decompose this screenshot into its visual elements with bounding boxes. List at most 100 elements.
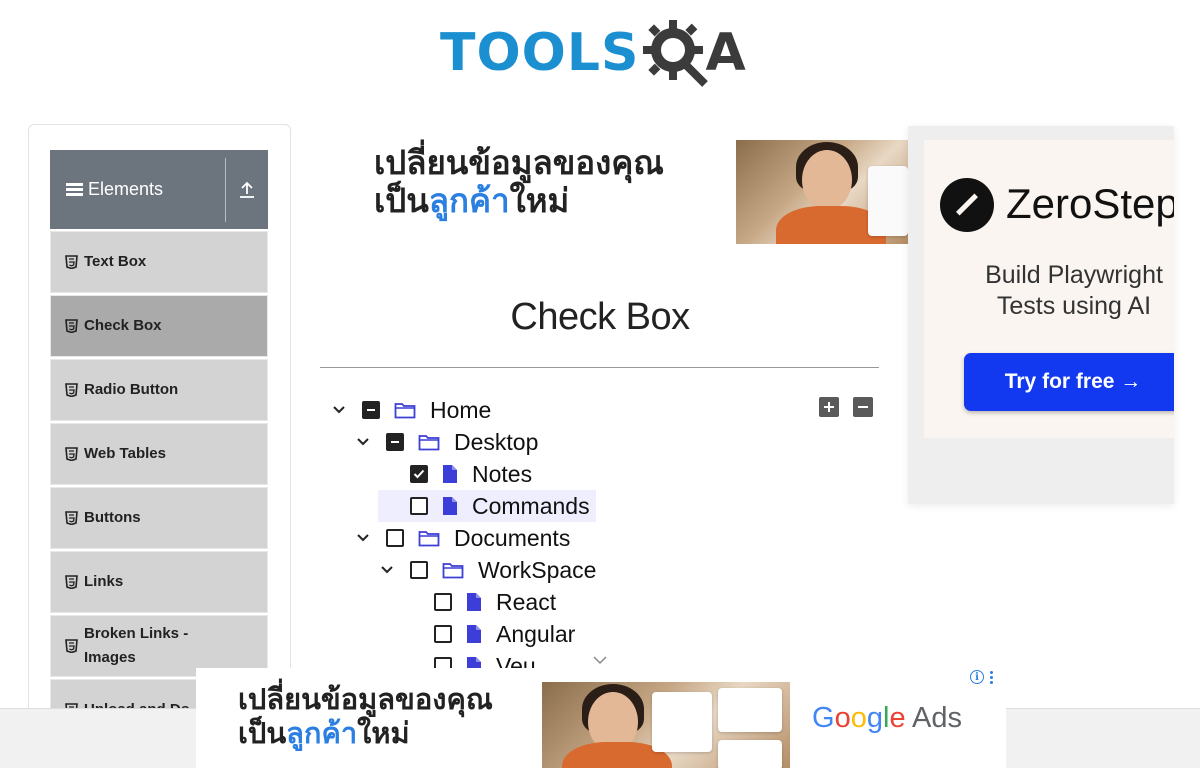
logo-text-tools: TOOLS	[440, 23, 640, 83]
zerostep-ad[interactable]: ZeroStep Build Playwright Tests using AI…	[908, 126, 1174, 504]
sidebar-item-text-box[interactable]: Text Box	[50, 231, 268, 293]
sidebar-item-radio-button[interactable]: Radio Button	[50, 359, 268, 421]
tree-node[interactable]: Notes	[378, 458, 532, 490]
chart-card-icon	[868, 166, 908, 236]
google-ads-logo: Google Ads	[812, 702, 963, 734]
ad-headline-line2: เป็นลูกค้าใหม่	[374, 181, 570, 220]
html5-icon	[65, 319, 78, 333]
sidebar-item-label: Buttons	[84, 509, 141, 526]
group-title-label: Elements	[88, 179, 164, 199]
html5-icon	[65, 511, 78, 525]
tree-node-label[interactable]: Angular	[496, 621, 575, 648]
html5-icon	[65, 639, 78, 653]
ad-headline-line1: เปลี่ยนข้อมูลของคุณ	[238, 682, 493, 716]
zerostep-name: ZeroStep	[1006, 180, 1174, 227]
plus-square-icon	[824, 402, 834, 412]
tree-node-label[interactable]: Documents	[454, 525, 570, 552]
chevron-down-icon[interactable]	[354, 433, 372, 451]
folder-icon	[442, 561, 464, 579]
checkbox-half-icon[interactable]	[386, 433, 404, 451]
html5-icon	[65, 383, 78, 397]
elements-menu: Text Box Check Box Radio Button Web Tabl…	[50, 231, 268, 743]
ad-headline: เปลี่ยนข้อมูลของคุณ เป็นลูกค้าใหม่	[238, 682, 493, 750]
checkbox-half-icon[interactable]	[362, 401, 380, 419]
ad-photo	[542, 682, 790, 768]
tree-node[interactable]: Angular	[402, 618, 575, 650]
elements-group-header[interactable]: Elements	[50, 150, 268, 229]
sidebar-item-label: Text Box	[84, 253, 147, 270]
sidebar-item-buttons[interactable]: Buttons	[50, 487, 268, 549]
file-icon	[466, 624, 482, 644]
ad-headline-line2: เป็นลูกค้าใหม่	[238, 716, 410, 750]
group-title[interactable]: Elements	[50, 150, 225, 229]
html5-icon	[65, 447, 78, 461]
try-for-free-button[interactable]: Try for free →	[964, 353, 1174, 411]
html5-icon	[65, 575, 78, 589]
sidebar-item-label: Web Tables	[84, 445, 166, 462]
chevron-down-icon[interactable]	[354, 529, 372, 547]
sidebar-item-label: Check Box	[84, 317, 162, 334]
collapse-all-button[interactable]	[853, 397, 873, 417]
collapse-group-button[interactable]	[226, 150, 268, 229]
checkbox-unchecked-icon[interactable]	[410, 561, 428, 579]
chevron-down-icon[interactable]	[378, 561, 396, 579]
checkbox-checked-icon[interactable]	[410, 465, 428, 483]
sidebar-item-check-box[interactable]: Check Box	[50, 295, 268, 357]
ad-photo	[736, 140, 910, 244]
tree-node-label[interactable]: Desktop	[454, 429, 538, 456]
toolsqa-logo[interactable]: TOOLS A	[440, 14, 770, 92]
minus-square-icon	[858, 406, 868, 408]
folder-icon	[394, 401, 416, 419]
sidebar-item-label: Links	[84, 573, 124, 590]
zerostep-ad-panel: ZeroStep Build Playwright Tests using AI…	[924, 140, 1174, 438]
sidebar-item-links[interactable]: Links	[50, 551, 268, 613]
checkbox-unchecked-icon[interactable]	[410, 497, 428, 515]
sidebar-item-label: Broken Links - Images	[84, 625, 189, 666]
folder-icon	[418, 433, 440, 451]
tree-controls	[819, 397, 873, 417]
checkbox-unchecked-icon[interactable]	[434, 625, 452, 643]
tree-node-label[interactable]: Commands	[472, 493, 590, 520]
bar-chart-icon	[718, 688, 782, 732]
zerostep-tagline: Build Playwright Tests using AI	[985, 261, 1163, 320]
folder-icon	[418, 529, 440, 547]
tree-node-label[interactable]: WorkSpace	[478, 557, 596, 584]
page-title: Check Box	[510, 296, 690, 338]
tree-node-label[interactable]: Home	[430, 397, 491, 424]
tree-node[interactable]: Documents	[354, 522, 570, 554]
kebab-menu-icon[interactable]	[990, 670, 993, 684]
tree-node[interactable]: Home	[330, 394, 491, 426]
upload-arrow-icon	[240, 181, 254, 198]
tree-node[interactable]: Desktop	[354, 426, 538, 458]
expand-all-button[interactable]	[819, 397, 839, 417]
tree-node-label[interactable]: React	[496, 589, 556, 616]
file-icon	[442, 496, 458, 516]
tree-node[interactable]: WorkSpace	[378, 554, 596, 586]
tree-node[interactable]: Commands	[378, 490, 596, 522]
bottom-banner-ad[interactable]: เปลี่ยนข้อมูลของคุณ เป็นลูกค้าใหม่ Googl…	[196, 668, 1006, 768]
chevron-down-icon[interactable]	[330, 401, 348, 419]
top-banner-ad[interactable]: เปลี่ยนข้อมูลของคุณ เป็นลูกค้าใหม่	[320, 128, 910, 248]
title-divider	[320, 367, 879, 368]
page: TOOLS A Elements Text Box Check Box Radi…	[0, 0, 1200, 768]
ad-info[interactable]: i	[970, 670, 993, 684]
logo-gear-icon: A	[643, 16, 746, 90]
ad-headline: เปลี่ยนข้อมูลของคุณ เป็นลูกค้าใหม่	[374, 144, 664, 220]
sidebar-item-label: Radio Button	[84, 381, 179, 398]
file-icon	[442, 464, 458, 484]
file-icon	[466, 592, 482, 612]
sidebar-item-web-tables[interactable]: Web Tables	[50, 423, 268, 485]
logo-text-a: A	[705, 23, 746, 83]
checkbox-unchecked-icon[interactable]	[386, 529, 404, 547]
info-icon[interactable]: i	[970, 670, 984, 684]
zerostep-logo-icon	[940, 178, 994, 232]
tree-node-label[interactable]: Notes	[472, 461, 532, 488]
checkbox-unchecked-icon[interactable]	[434, 593, 452, 611]
html5-icon	[65, 255, 78, 269]
tree-node[interactable]: React	[402, 586, 556, 618]
hamburger-icon	[66, 181, 83, 198]
